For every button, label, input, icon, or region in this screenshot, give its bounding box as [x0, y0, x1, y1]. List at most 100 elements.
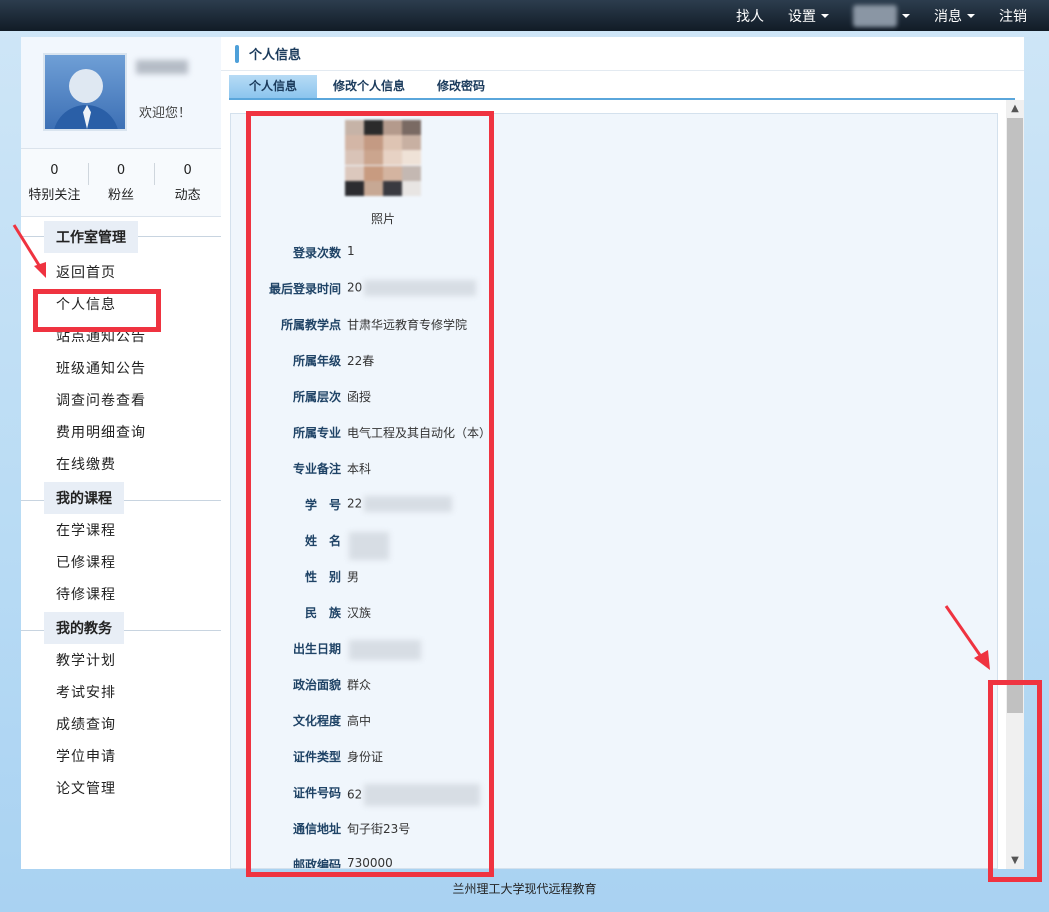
- field-value: 汉族: [347, 606, 372, 620]
- field-value: 22春: [347, 354, 375, 368]
- user-dropdown[interactable]: [853, 4, 910, 27]
- scrollbar-thumb[interactable]: [1007, 118, 1023, 713]
- info-row-level: 所属层次 函授: [231, 388, 997, 408]
- field-label: 所属教学点: [280, 318, 341, 332]
- footer-text: 兰州理工大学现代远程教育: [452, 882, 597, 896]
- redacted-value: [349, 532, 389, 560]
- redacted-value: [364, 496, 453, 512]
- logout-link[interactable]: 注销: [999, 6, 1027, 26]
- header-accent-bar: [235, 44, 239, 63]
- menu-item-completed-courses[interactable]: 已修课程: [21, 547, 221, 579]
- find-people-link[interactable]: 找人: [736, 6, 764, 26]
- avatar-head: [69, 69, 103, 103]
- chevron-down-icon: [902, 13, 910, 18]
- field-value: 旬子街23号: [347, 822, 411, 836]
- info-row-id-type: 证件类型 身份证: [231, 748, 997, 768]
- stat-label: 粉丝: [108, 188, 135, 203]
- menu-item-pending-courses[interactable]: 待修课程: [21, 579, 221, 611]
- sidebar: 欢迎您！ 0 特别关注 0 粉丝 0 动态 工作室管理 返回首页 个人信息 站点…: [21, 37, 221, 869]
- field-value-text: 22: [347, 496, 363, 511]
- chevron-down-icon: [821, 13, 829, 18]
- menu-item-grades[interactable]: 成绩查询: [21, 709, 221, 741]
- field-label: 学 号: [304, 498, 341, 512]
- field-value: 730000: [347, 856, 393, 869]
- tab-change-password[interactable]: 修改密码: [421, 75, 501, 98]
- field-value: 1: [347, 244, 355, 258]
- field-label: 登录次数: [292, 246, 341, 260]
- main-panel: 个人信息 个人信息 修改个人信息 修改密码 照片 登录次数 1 最后登录时间 2…: [221, 37, 1024, 869]
- redacted-value: [349, 640, 421, 660]
- stat-label: 动态: [174, 188, 201, 203]
- menu-item-fee-details[interactable]: 费用明细查询: [21, 417, 221, 449]
- scroll-down-arrow-icon[interactable]: ▼: [1006, 852, 1024, 869]
- menu-item-home[interactable]: 返回首页: [21, 257, 221, 289]
- vertical-scrollbar[interactable]: ▲ ▼: [1006, 100, 1024, 869]
- page-title: 个人信息: [249, 48, 302, 63]
- field-value: 本科: [347, 462, 372, 476]
- menu-item-degree-application[interactable]: 学位申请: [21, 741, 221, 773]
- field-value: 函授: [347, 390, 372, 404]
- tab-edit-info[interactable]: 修改个人信息: [317, 75, 421, 98]
- field-value: 20: [347, 280, 477, 296]
- info-row-address: 通信地址 旬子街23号: [231, 820, 997, 840]
- section-title-text: 工作室管理: [44, 221, 138, 253]
- field-value: 群众: [347, 678, 372, 692]
- settings-dropdown[interactable]: 设置: [788, 6, 829, 26]
- top-nav: 找人 设置 消息 注销: [712, 0, 1027, 31]
- menu-section-academic: 我的教务 教学计划 考试安排 成绩查询 学位申请 论文管理: [21, 611, 221, 805]
- user-profile: 欢迎您！: [21, 37, 221, 149]
- section-title: 工作室管理: [21, 217, 221, 257]
- field-label: 所属专业: [292, 426, 341, 440]
- field-label: 证件类型: [292, 750, 341, 764]
- field-value-text: 20: [347, 280, 363, 295]
- stat-number: 0: [50, 163, 59, 178]
- chevron-down-icon: [967, 13, 975, 18]
- stat-fans[interactable]: 0 粉丝: [87, 149, 155, 216]
- stat-following[interactable]: 0 特别关注: [21, 149, 88, 216]
- messages-dropdown[interactable]: 消息: [934, 6, 975, 26]
- info-row-teaching-point: 所属教学点 甘肃华远教育专修学院: [231, 316, 997, 336]
- panel-header: 个人信息: [221, 37, 1024, 71]
- section-title-text: 我的课程: [44, 482, 124, 514]
- menu-item-class-notice[interactable]: 班级通知公告: [21, 353, 221, 385]
- section-title: 我的课程: [21, 481, 221, 515]
- stat-activity[interactable]: 0 动态: [154, 149, 221, 216]
- photo-block: 照片: [345, 120, 421, 227]
- menu-item-thesis[interactable]: 论文管理: [21, 773, 221, 805]
- menu-item-survey[interactable]: 调查问卷查看: [21, 385, 221, 417]
- field-label: 所属年级: [292, 354, 341, 368]
- menu-item-exam-schedule[interactable]: 考试安排: [21, 677, 221, 709]
- top-navbar: 找人 设置 消息 注销: [0, 0, 1049, 31]
- field-label: 所属层次: [292, 390, 341, 404]
- redacted-value: [364, 280, 477, 296]
- info-row-major: 所属专业 电气工程及其自动化（本）: [231, 424, 997, 444]
- field-label: 文化程度: [292, 714, 341, 728]
- field-value-text: 62: [347, 787, 363, 802]
- field-label: 姓 名: [304, 534, 341, 548]
- field-label: 性 别: [304, 570, 341, 584]
- profile-stats: 0 特别关注 0 粉丝 0 动态: [21, 149, 221, 217]
- photo-label: 照片: [370, 212, 395, 226]
- field-value: 62: [347, 784, 481, 806]
- student-photo: [345, 120, 421, 196]
- menu-item-teaching-plan[interactable]: 教学计划: [21, 645, 221, 677]
- field-label: 证件号码: [292, 786, 341, 800]
- tab-personal-info[interactable]: 个人信息: [229, 75, 318, 98]
- info-row-gender: 性 别 男: [231, 568, 997, 588]
- field-value: [347, 532, 389, 560]
- stat-number: 0: [183, 163, 192, 178]
- info-row-id-number: 证件号码 62: [231, 784, 997, 806]
- menu-item-online-payment[interactable]: 在线缴费: [21, 449, 221, 481]
- field-label: 民 族: [304, 606, 341, 620]
- info-row-grade: 所属年级 22春: [231, 352, 997, 372]
- field-value: 男: [347, 570, 360, 584]
- field-value: 电气工程及其自动化（本）: [347, 426, 492, 440]
- menu-item-current-courses[interactable]: 在学课程: [21, 515, 221, 547]
- menu-section-courses: 我的课程 在学课程 已修课程 待修课程: [21, 481, 221, 611]
- menu-item-personal-info[interactable]: 个人信息: [21, 289, 221, 332]
- avatar: [43, 53, 127, 131]
- messages-label: 消息: [934, 8, 962, 25]
- scroll-up-arrow-icon[interactable]: ▲: [1006, 100, 1024, 117]
- field-label: 通信地址: [292, 822, 341, 836]
- settings-label: 设置: [788, 8, 816, 25]
